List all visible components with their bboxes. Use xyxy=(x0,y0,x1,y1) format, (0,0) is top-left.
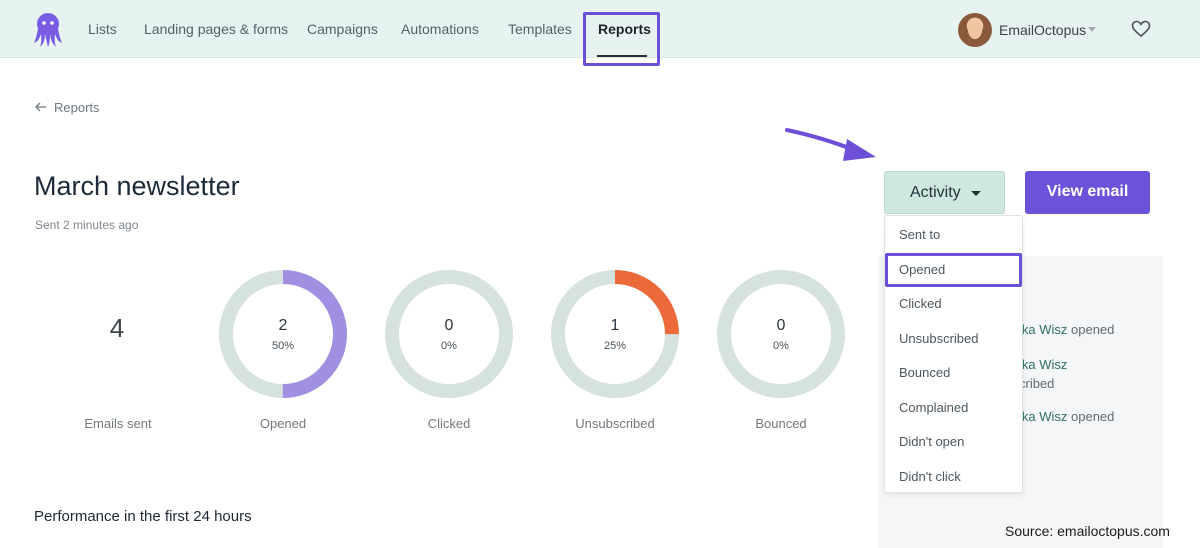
view-email-button[interactable]: View email xyxy=(1025,171,1150,214)
caret-down-icon xyxy=(971,191,981,196)
breadcrumb[interactable]: Reports xyxy=(34,97,100,117)
stat-ring-bounced: 0 0% xyxy=(716,269,846,399)
nav-item-automations[interactable]: Automations xyxy=(401,21,479,37)
octopus-logo-icon[interactable] xyxy=(33,12,63,48)
activity-contact-name[interactable]: ika Wisz xyxy=(1019,322,1067,337)
breadcrumb-label: Reports xyxy=(54,99,100,115)
activity-contact-name[interactable]: ika Wisz xyxy=(1019,357,1067,372)
stat-label-unsubscribed: Unsubscribed xyxy=(575,416,655,431)
emails-sent-count: 4 xyxy=(109,313,125,343)
stat-value: 0 xyxy=(444,317,454,334)
stat-label-clicked: Clicked xyxy=(427,416,471,431)
activity-action: opened xyxy=(1071,409,1115,424)
nav-item-templates[interactable]: Templates xyxy=(508,21,572,37)
arrow-left-icon xyxy=(34,102,46,112)
source-credit: Source: emailoctopus.com xyxy=(1005,523,1170,539)
menu-item-bounced[interactable]: Bounced xyxy=(899,365,950,380)
avatar-face xyxy=(968,21,982,39)
stat-label-bounced: Bounced xyxy=(755,416,807,431)
stat-percent: 25% xyxy=(603,340,627,352)
menu-item-unsubscribed[interactable]: Unsubscribed xyxy=(899,331,979,346)
stat-label-opened: Opened xyxy=(259,416,307,431)
account-name[interactable]: EmailOctopus xyxy=(999,22,1086,38)
stat-percent: 0% xyxy=(441,340,457,352)
activity-action: opened xyxy=(1071,322,1115,337)
activity-feed-item[interactable]: ika Wisz opened xyxy=(1019,322,1114,337)
activity-feed-item[interactable]: ika Wisz opened xyxy=(1019,409,1114,424)
pointer-arrow-icon xyxy=(785,128,876,161)
activity-action: cribed xyxy=(1019,376,1055,391)
stat-value: 1 xyxy=(610,317,620,334)
performance-heading: Performance in the first 24 hours xyxy=(34,508,252,525)
avatar[interactable] xyxy=(958,13,992,47)
activity-dropdown-button[interactable]: Activity xyxy=(884,171,1005,214)
view-email-label: View email xyxy=(1046,183,1129,200)
sent-timestamp: Sent 2 minutes ago xyxy=(35,218,139,232)
activity-feed-item[interactable]: ika Wisz xyxy=(1019,357,1067,372)
stat-ring-opened: 2 50% xyxy=(218,269,348,399)
emails-sent-label: Emails sent xyxy=(84,416,152,431)
chevron-down-icon[interactable] xyxy=(1088,27,1096,32)
stat-value: 0 xyxy=(776,317,786,334)
nav-item-landing-pages-forms[interactable]: Landing pages & forms xyxy=(144,21,288,37)
menu-item-didnt-open[interactable]: Didn't open xyxy=(899,434,964,449)
menu-item-complained[interactable]: Complained xyxy=(899,400,968,415)
activity-button-label: Activity xyxy=(910,184,961,201)
stat-value: 2 xyxy=(278,317,288,334)
nav-item-lists[interactable]: Lists xyxy=(88,21,117,37)
stat-ring-clicked: 0 0% xyxy=(384,269,514,399)
heart-icon[interactable] xyxy=(1131,20,1151,38)
stat-percent: 0% xyxy=(773,340,789,352)
page-title: March newsletter xyxy=(34,171,240,201)
opened-highlight-box xyxy=(885,253,1022,287)
activity-contact-name[interactable]: ika Wisz xyxy=(1019,409,1067,424)
menu-item-sent-to[interactable]: Sent to xyxy=(899,227,940,242)
menu-item-clicked[interactable]: Clicked xyxy=(899,296,942,311)
stat-percent: 50% xyxy=(271,340,295,352)
reports-highlight-box xyxy=(583,12,660,66)
menu-item-didnt-click[interactable]: Didn't click xyxy=(899,469,961,484)
stat-ring-unsubscribed: 1 25% xyxy=(550,269,680,399)
nav-item-campaigns[interactable]: Campaigns xyxy=(307,21,378,37)
